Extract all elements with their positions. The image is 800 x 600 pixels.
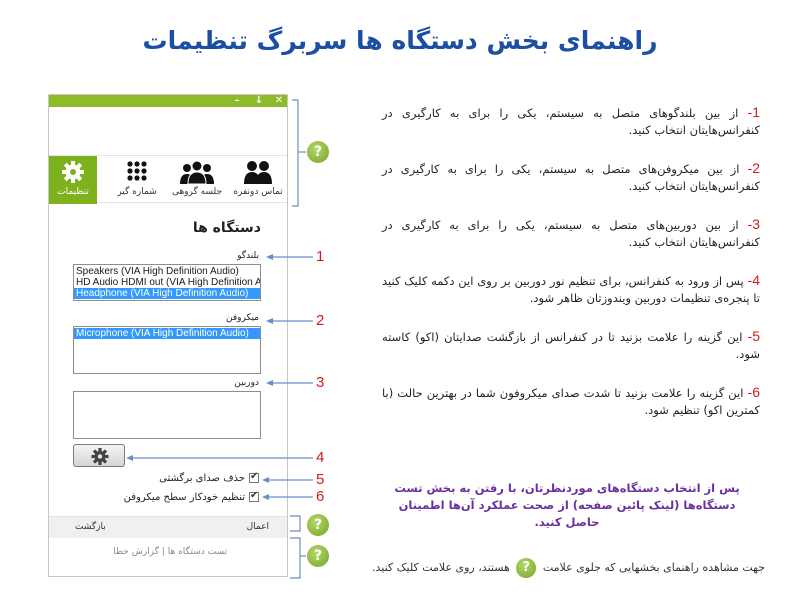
report-error-link[interactable]: گزارش خطا	[113, 547, 159, 557]
echo-cancel-label: حذف صدای برگشتی	[159, 473, 245, 484]
instruction-text: از بین میکروفن‌های متصل به سیستم، یکی را…	[382, 162, 760, 193]
nav-item-two-person-call[interactable]: تماس دونفره	[227, 156, 287, 204]
nav-item-settings[interactable]: تنظیمات	[49, 156, 97, 204]
two-person-icon	[244, 161, 272, 184]
section-title: دستگاه ها	[192, 220, 261, 236]
instruction-text: پس از ورود به کنفرانس، برای تنظیم نور دو…	[382, 274, 760, 305]
help-hint-text-after: هستند، روی علامت کلیک کنید.	[372, 561, 510, 574]
camera-listbox[interactable]	[73, 391, 261, 439]
nav-label: تماس دونفره	[233, 187, 283, 197]
annotation-number-4: 4	[316, 449, 325, 466]
instruction-text: این گزینه را علامت بزنید تا شدت صدای میک…	[382, 386, 760, 417]
group-icon	[180, 160, 214, 184]
help-badge-icon[interactable]: ?	[307, 141, 329, 163]
speakers-listbox[interactable]: Speakers (VIA High Definition Audio) HD …	[73, 264, 261, 301]
instruction-item: 3- از بین دوربین‌های متصل به سیستم، یکی …	[382, 216, 760, 251]
auto-mic-level-label: تنظیم خودکار سطح میکروفن	[123, 492, 245, 503]
close-icon[interactable]: ✕	[273, 95, 285, 107]
help-hint-text-before: جهت مشاهده راهنمای بخشهایی که جلوی علامت	[542, 561, 765, 574]
instruction-text: از بین دوربین‌های متصل به سیستم، یکی را …	[382, 218, 760, 249]
camera-label: دوربین	[234, 378, 259, 388]
speaker-option[interactable]: HD Audio HDMI out (VIA High Definition A	[74, 277, 260, 288]
annotation-number-5: 5	[316, 471, 325, 488]
microphone-option-selected[interactable]: Microphone (VIA High Definition Audio)	[74, 328, 260, 339]
nav-bar: تماس دونفره جلسه گروهی شماره گیر تنظیمات	[49, 155, 287, 204]
nav-label: تنظیمات	[57, 187, 89, 197]
page-title: راهنمای بخش دستگاه ها سربرگ تنظیمات	[142, 26, 658, 55]
speakers-label: بلندگو	[237, 251, 259, 261]
gear-icon	[91, 448, 109, 465]
download-icon[interactable]: ↓	[253, 95, 265, 107]
instruction-number: 3-	[747, 216, 760, 232]
instruction-text: از بین بلندگوهای متصل به سیستم، یکی را ب…	[382, 106, 760, 137]
instruction-item: 1- از بین بلندگوهای متصل به سیستم، یکی ر…	[382, 104, 760, 139]
instruction-text: این گزینه را علامت بزنید تا در کنفرانس ا…	[382, 330, 760, 361]
back-button[interactable]: بازگشت	[75, 522, 106, 532]
action-bar: بازگشت اعمال	[49, 516, 287, 538]
help-hint: جهت مشاهده راهنمای بخشهایی که جلوی علامت…	[320, 556, 765, 580]
settings-window: ✕ ↓ – تماس دونفره جلسه گروهی شماره گیر ت…	[48, 94, 288, 577]
auto-mic-level-checkbox[interactable]	[249, 490, 259, 502]
annotation-number-1: 1	[316, 248, 325, 265]
annotation-number-3: 3	[316, 374, 325, 391]
help-badge-icon: ?	[516, 558, 537, 578]
minimize-icon[interactable]: –	[231, 95, 243, 107]
instruction-item: 2- از بین میکروفن‌های متصل به سیستم، یکی…	[382, 160, 760, 195]
nav-item-dialer[interactable]: شماره گیر	[107, 156, 167, 204]
nav-item-group-meeting[interactable]: جلسه گروهی	[167, 156, 227, 204]
window-titlebar: ✕ ↓ –	[49, 95, 287, 107]
test-devices-link[interactable]: تست دستگاه ها	[168, 547, 227, 557]
instruction-number: 1-	[747, 104, 760, 120]
nav-label: جلسه گروهی	[171, 187, 223, 197]
speaker-option-selected[interactable]: Headphone (VIA High Definition Audio)	[74, 288, 260, 299]
microphone-listbox[interactable]: Microphone (VIA High Definition Audio)	[73, 326, 261, 374]
instruction-item: 4- پس از ورود به کنفرانس، برای تنظیم نور…	[382, 272, 760, 307]
instruction-item: 5- این گزینه را علامت بزنید تا در کنفران…	[382, 328, 760, 363]
echo-cancel-checkbox[interactable]	[249, 471, 259, 483]
camera-settings-button[interactable]	[73, 444, 125, 467]
test-devices-note: پس از انتخاب دستگاه‌های موردنظرتان، با ر…	[394, 481, 740, 529]
instruction-number: 6-	[747, 384, 760, 400]
link-separator: |	[161, 547, 165, 557]
gear-icon	[62, 161, 84, 183]
instruction-number: 2-	[747, 160, 760, 176]
footer-links: تست دستگاه ها | گزارش خطا	[113, 547, 227, 557]
dialpad-icon	[127, 161, 147, 181]
apply-button[interactable]: اعمال	[247, 522, 269, 532]
help-badge-icon[interactable]: ?	[307, 514, 329, 536]
instruction-number: 5-	[747, 328, 760, 344]
echo-cancel-option[interactable]: حذف صدای برگشتی	[159, 471, 259, 487]
microphone-label: میکروفن	[226, 313, 259, 323]
instruction-number: 4-	[747, 272, 760, 288]
instruction-item: 6- این گزینه را علامت بزنید تا شدت صدای …	[382, 384, 760, 419]
annotation-number-2: 2	[316, 312, 325, 329]
nav-label: شماره گیر	[117, 187, 157, 197]
annotation-number-6: 6	[316, 488, 325, 505]
speaker-option[interactable]: Speakers (VIA High Definition Audio)	[74, 266, 260, 277]
auto-mic-level-option[interactable]: تنظیم خودکار سطح میکروفن	[123, 490, 259, 506]
